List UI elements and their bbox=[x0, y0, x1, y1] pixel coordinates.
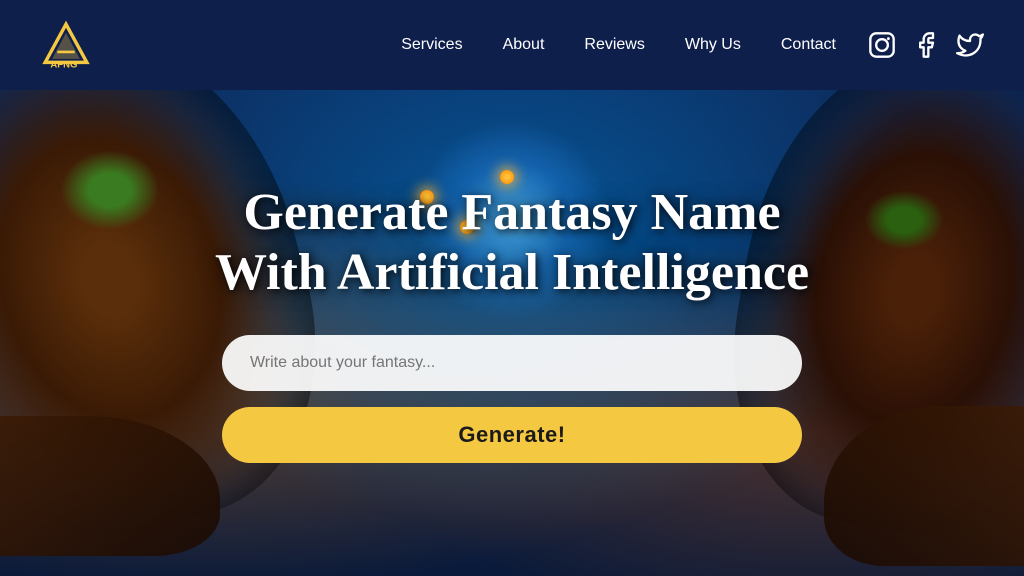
nav-reviews[interactable]: Reviews bbox=[584, 36, 644, 53]
social-icons bbox=[868, 31, 984, 59]
lantern-3 bbox=[500, 170, 514, 184]
twitter-icon[interactable] bbox=[956, 31, 984, 59]
nav-links: Services About Reviews Why Us Contact bbox=[401, 36, 836, 54]
nav-contact[interactable]: Contact bbox=[781, 36, 836, 53]
navbar: AFNG Services About Reviews Why Us Conta… bbox=[0, 0, 1024, 90]
fantasy-input[interactable] bbox=[222, 335, 802, 391]
instagram-icon[interactable] bbox=[868, 31, 896, 59]
generate-button[interactable]: Generate! bbox=[222, 407, 802, 463]
hero-section: Generate Fantasy Name With Artificial In… bbox=[0, 90, 1024, 576]
hero-content: Generate Fantasy Name With Artificial In… bbox=[115, 183, 909, 463]
nav-services[interactable]: Services bbox=[401, 36, 462, 53]
hero-title: Generate Fantasy Name With Artificial In… bbox=[215, 183, 809, 303]
svg-text:AFNG: AFNG bbox=[50, 60, 77, 71]
logo[interactable]: AFNG bbox=[40, 19, 92, 71]
facebook-icon[interactable] bbox=[912, 31, 940, 59]
nav-about[interactable]: About bbox=[503, 36, 545, 53]
nav-why-us[interactable]: Why Us bbox=[685, 36, 741, 53]
